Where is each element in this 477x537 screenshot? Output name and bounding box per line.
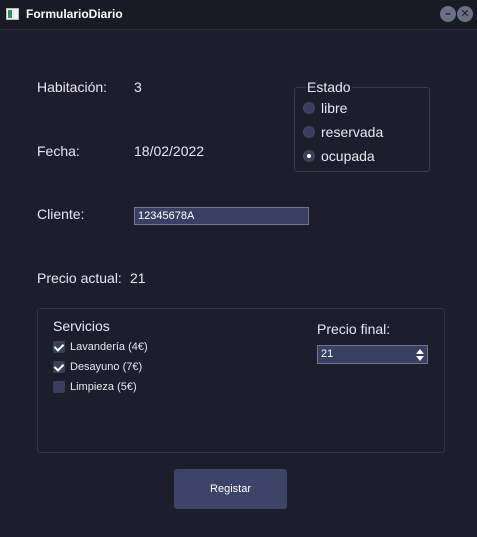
precio-final-value: 21 [321,348,334,360]
habitacion-label: Habitación: [37,79,108,95]
fecha-label: Fecha: [37,143,80,159]
spin-down-icon[interactable] [416,356,424,361]
check-label: Desayuno (7€) [70,361,143,373]
habitacion-value: 3 [134,79,142,95]
precio-final-label: Precio final: [317,321,391,337]
radio-ocupada[interactable]: ocupada [303,147,375,165]
estado-title: Estado [306,79,352,95]
minimize-button[interactable]: – [440,6,456,22]
spin-buttons[interactable] [413,346,427,363]
precio-actual-label: Precio actual: [37,270,122,286]
check-limpieza[interactable]: Limpieza (5€) [53,379,137,395]
radio-reservada[interactable]: reservada [303,123,383,141]
app-icon [6,8,19,20]
radio-button-checked[interactable] [303,150,315,162]
check-desayuno[interactable]: Desayuno (7€) [53,359,142,375]
radio-label: libre [321,100,348,116]
radio-label: ocupada [321,148,375,164]
radio-button[interactable] [303,102,315,114]
registrar-label: Registar [210,483,251,495]
check-label: Limpieza (5€) [70,381,137,393]
checkbox[interactable] [53,381,65,393]
close-button[interactable]: ✕ [457,6,473,22]
precio-actual-value: 21 [130,270,146,286]
check-lavanderia[interactable]: Lavandería (4€) [53,339,148,355]
check-label: Lavandería (4€) [70,341,148,353]
cliente-label: Cliente: [37,206,85,222]
window-title: FormularioDiario [26,7,123,21]
spin-up-icon[interactable] [416,349,424,354]
radio-button[interactable] [303,126,315,138]
radio-libre[interactable]: libre [303,99,347,117]
cliente-input[interactable]: 12345678A [134,207,309,225]
precio-final-spinbox[interactable]: 21 [317,345,428,364]
registrar-button[interactable]: Registar [174,469,287,509]
servicios-title: Servicios [53,318,110,334]
radio-label: reservada [321,124,384,140]
checkbox-checked[interactable] [53,361,65,373]
fecha-value: 18/02/2022 [134,143,205,159]
title-bar: FormularioDiario – ✕ [0,0,477,30]
checkbox-checked[interactable] [53,341,65,353]
